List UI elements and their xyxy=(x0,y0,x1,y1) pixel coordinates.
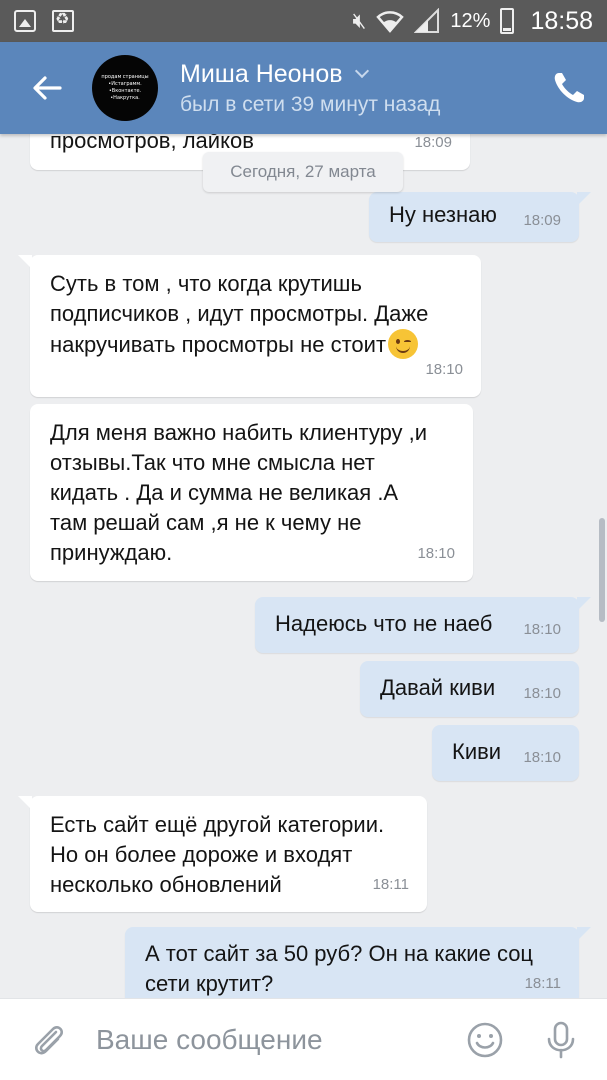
message-incoming[interactable]: Есть сайт ещё другой категории. Но он бо… xyxy=(18,796,427,912)
last-seen-status: был в сети 39 минут назад xyxy=(180,93,441,116)
arrow-left-icon xyxy=(33,76,62,100)
message-text: Для меня важно набить клиентуру ,и отзыв… xyxy=(50,420,428,565)
mute-icon: 🔇︎ xyxy=(352,8,367,33)
battery-percent: 12% xyxy=(450,9,491,32)
scrollbar[interactable] xyxy=(599,518,605,622)
message-outgoing[interactable]: Ну незнаю 18:09 xyxy=(369,192,591,242)
message-outgoing[interactable]: Надеюсь что не наеб 18:10 xyxy=(255,597,591,653)
phone-icon xyxy=(554,73,584,103)
avatar-text-line: •Истаграмм. xyxy=(108,81,142,87)
message-text: Есть сайт ещё другой категории. Но он бо… xyxy=(50,812,385,897)
signal-icon xyxy=(414,8,440,33)
message-time: 18:11 xyxy=(524,975,561,992)
message-list[interactable]: Сегодня, 27 марта просмотров, лайков 18:… xyxy=(0,134,607,998)
smile-icon xyxy=(467,1022,503,1057)
message-composer: Ваше сообщение xyxy=(0,998,607,1080)
message-input[interactable]: Ваше сообщение xyxy=(96,1024,465,1056)
message-time: 18:09 xyxy=(523,212,561,229)
message-outgoing[interactable]: Киви 18:10 xyxy=(432,725,579,781)
avatar-text-line: продам страницы xyxy=(101,74,149,80)
status-bar: 🔇︎ 12% 18:58 xyxy=(0,0,607,42)
wink-emoji-icon xyxy=(388,329,419,359)
message-time: 18:10 xyxy=(417,545,455,562)
battery-icon xyxy=(500,8,515,34)
message-incoming[interactable]: Суть в том , что когда крутишь подписчик… xyxy=(18,255,481,397)
message-time: 18:10 xyxy=(523,749,561,766)
recycle-notification-icon xyxy=(52,9,74,32)
call-button[interactable] xyxy=(549,68,589,108)
contact-name: Миша Неонов xyxy=(180,60,343,88)
voice-record-button[interactable] xyxy=(541,1020,581,1060)
message-incoming[interactable]: Для меня важно набить клиентуру ,и отзыв… xyxy=(30,404,473,581)
avatar[interactable]: продам страницы •Истаграмм. •Вконтакте. … xyxy=(92,55,158,121)
back-button[interactable] xyxy=(18,59,76,117)
emoji-button[interactable] xyxy=(465,1020,505,1060)
paperclip-icon xyxy=(35,1025,63,1054)
message-time: 18:09 xyxy=(414,134,452,151)
wifi-icon xyxy=(376,11,405,33)
message-outgoing[interactable]: А тот сайт за 50 руб? Он на какие соц се… xyxy=(125,927,591,998)
clock: 18:58 xyxy=(530,6,593,35)
attach-button[interactable] xyxy=(28,1020,68,1060)
date-separator: Сегодня, 27 марта xyxy=(203,152,403,192)
avatar-text-line: •Вконтакте. xyxy=(108,88,142,94)
message-time: 18:10 xyxy=(425,361,463,378)
avatar-text-line: •Накрутка. xyxy=(110,95,140,101)
chat-header: продам страницы •Истаграмм. •Вконтакте. … xyxy=(0,42,607,134)
contact-info[interactable]: Миша Неонов был в сети 39 минут назад xyxy=(180,59,440,117)
message-time: 18:11 xyxy=(372,876,409,893)
message-time: 18:10 xyxy=(523,621,561,638)
microphone-icon xyxy=(547,1021,575,1058)
chevron-down-icon xyxy=(354,63,369,79)
message-time: 18:10 xyxy=(523,685,561,702)
message-text: Суть в том , что когда крутишь подписчик… xyxy=(50,271,429,359)
message-outgoing[interactable]: Давай киви 18:10 xyxy=(360,661,579,717)
message-text: А тот сайт за 50 руб? Он на какие соц се… xyxy=(145,941,534,996)
gallery-notification-icon xyxy=(14,10,36,32)
